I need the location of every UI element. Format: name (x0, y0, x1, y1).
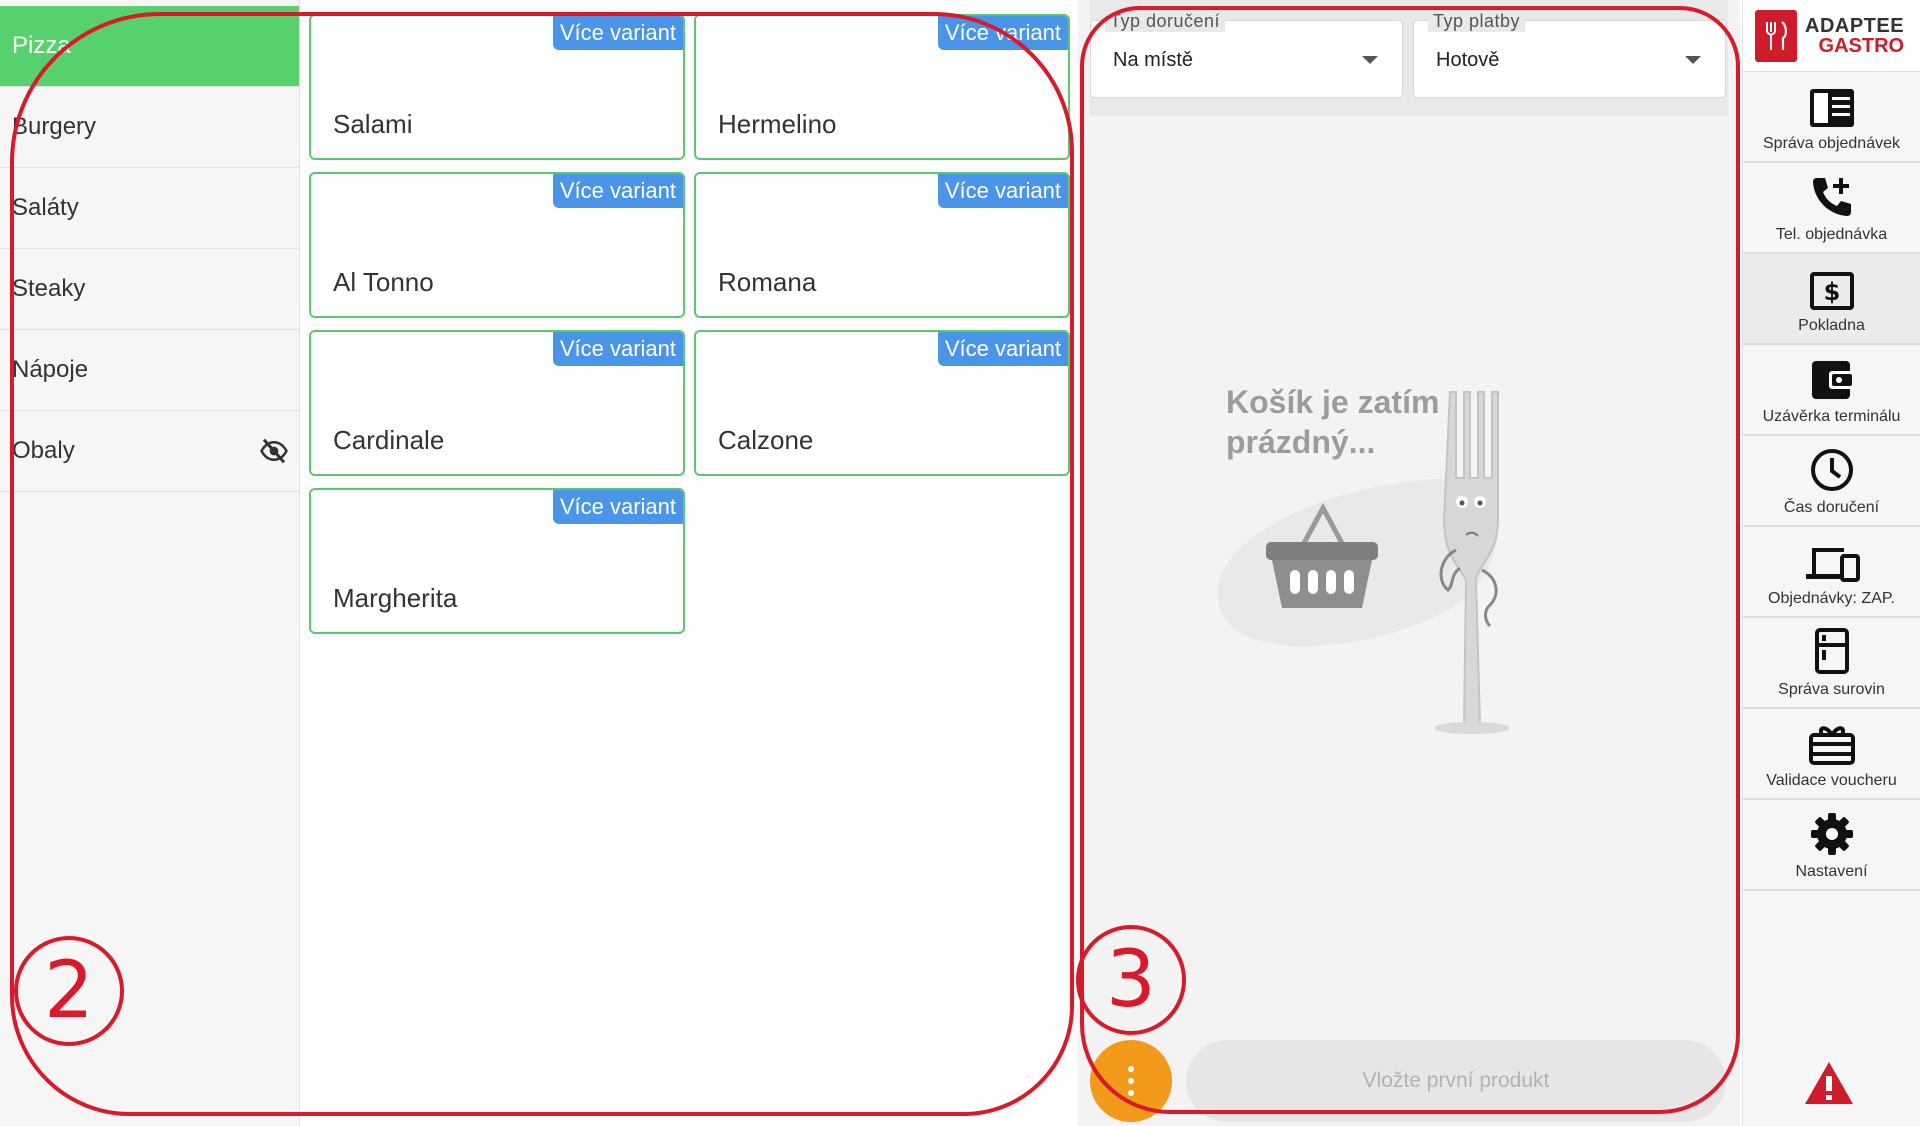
warning-icon[interactable] (1803, 1060, 1855, 1106)
nav-ingredients[interactable]: Správa surovin (1743, 618, 1920, 709)
category-steaky[interactable]: Steaky (0, 249, 299, 330)
fridge-icon (1814, 628, 1849, 674)
category-label: Steaky (12, 275, 86, 302)
product-card-calzone[interactable]: Více variant Calzone (694, 330, 1070, 476)
product-name: Romana (718, 267, 817, 297)
more-variants-badge: Více variant (552, 332, 683, 366)
product-card-margherita[interactable]: Více variant Margherita (309, 488, 685, 634)
product-name: Margherita (333, 583, 458, 613)
product-name: Al Tonno (333, 267, 434, 297)
nav-label: Správa surovin (1778, 681, 1885, 698)
annotation-number-3: 3 (1076, 925, 1186, 1035)
wallet-icon (1811, 361, 1853, 399)
product-card-cardinale[interactable]: Více variant Cardinale (309, 330, 685, 476)
product-grid: Více variant Salami Více variant Hermeli… (300, 0, 1072, 1126)
category-label: Saláty (12, 194, 79, 221)
product-card-al-tonno[interactable]: Více variant Al Tonno (309, 172, 685, 318)
svg-text:$: $ (1823, 278, 1840, 306)
more-variants-badge: Více variant (552, 16, 683, 50)
product-name: Cardinale (333, 425, 445, 455)
main-navigation: ADAPTEE GASTRO Správa objednávek Tel. ob… (1742, 0, 1920, 1126)
product-card-salami[interactable]: Více variant Salami (309, 14, 685, 160)
more-variants-badge: Více variant (937, 174, 1068, 208)
nav-label: Objednávky: ZAP. (1768, 590, 1895, 607)
category-pizza[interactable]: Pizza (0, 6, 299, 87)
dropdown-arrow-icon (1685, 56, 1701, 64)
add-first-product-button[interactable]: Vložte první produkt (1186, 1040, 1726, 1122)
category-label: Pizza (12, 32, 71, 59)
category-salaty[interactable]: Saláty (0, 168, 299, 249)
more-options-button[interactable] (1090, 1040, 1172, 1122)
nav-label: Pokladna (1798, 317, 1865, 334)
more-variants-badge: Více variant (937, 16, 1068, 50)
nav-voucher-validation[interactable]: Validace voucheru (1743, 709, 1920, 800)
logo-cutlery-icon (1755, 9, 1797, 62)
devices-icon (1805, 548, 1860, 582)
category-obaly[interactable]: Obaly (0, 411, 299, 492)
nav-orders-toggle[interactable]: Objednávky: ZAP. (1743, 527, 1920, 618)
delivery-type-value: Na místě (1113, 49, 1194, 71)
annotation-number-2: 2 (14, 936, 124, 1046)
nav-label: Správa objednávek (1763, 135, 1900, 152)
category-napoje[interactable]: Nápoje (0, 330, 299, 411)
empty-cart-message: Košík je zatím prázdný... (1226, 384, 1440, 460)
gift-card-icon (1808, 726, 1855, 765)
more-variants-badge: Více variant (552, 490, 683, 524)
nav-cash-register[interactable]: $ Pokladna (1743, 254, 1920, 345)
nav-order-management[interactable]: Správa objednávek (1743, 72, 1920, 163)
phone-add-icon (1812, 178, 1851, 216)
clock-icon (1810, 449, 1853, 491)
category-burgery[interactable]: Burgery (0, 87, 299, 168)
eye-off-icon[interactable] (259, 436, 289, 466)
nav-label: Validace voucheru (1766, 772, 1897, 789)
product-card-romana[interactable]: Více variant Romana (694, 172, 1070, 318)
nav-label: Tel. objednávka (1775, 226, 1888, 243)
delivery-type-select[interactable]: Typ doručení Na místě (1090, 11, 1403, 98)
more-variants-badge: Více variant (552, 174, 683, 208)
nav-delivery-time[interactable]: Čas doručení (1743, 436, 1920, 527)
dropdown-arrow-icon (1362, 56, 1378, 64)
category-label: Burgery (12, 113, 97, 140)
nav-terminal-closing[interactable]: Uzávěrka terminálu (1743, 345, 1920, 436)
product-card-hermelino[interactable]: Více variant Hermelino (694, 14, 1070, 160)
order-list-icon (1809, 89, 1854, 127)
pos-app: Pizza Burgery Saláty Steaky Nápoje Obaly… (0, 0, 1920, 1126)
nav-label: Nastavení (1795, 863, 1868, 880)
more-variants-badge: Více variant (937, 332, 1068, 366)
payment-type-label: Typ platby (1428, 11, 1526, 32)
product-name: Salami (333, 109, 413, 139)
category-label: Nápoje (12, 356, 89, 383)
product-name: Calzone (718, 425, 814, 455)
more-vert-icon (1128, 1063, 1134, 1099)
category-label: Obaly (12, 437, 75, 464)
logo-text-bottom: GASTRO (1818, 34, 1905, 57)
cash-register-icon: $ (1809, 272, 1854, 310)
nav-settings[interactable]: Nastavení (1743, 800, 1920, 891)
cart-options-bar: Typ doručení Na místě Typ platby Hotově (1090, 0, 1728, 116)
product-name: Hermelino (718, 109, 837, 139)
nav-label: Uzávěrka terminálu (1762, 408, 1901, 425)
payment-type-value: Hotově (1436, 49, 1500, 71)
payment-type-select[interactable]: Typ platby Hotově (1413, 11, 1726, 98)
nav-phone-order[interactable]: Tel. objednávka (1743, 163, 1920, 254)
delivery-type-label: Typ doručení (1105, 11, 1226, 32)
gear-icon (1810, 813, 1853, 855)
nav-label: Čas doručení (1783, 499, 1880, 516)
app-logo: ADAPTEE GASTRO (1743, 0, 1920, 72)
logo-text-top: ADAPTEE (1805, 14, 1905, 37)
